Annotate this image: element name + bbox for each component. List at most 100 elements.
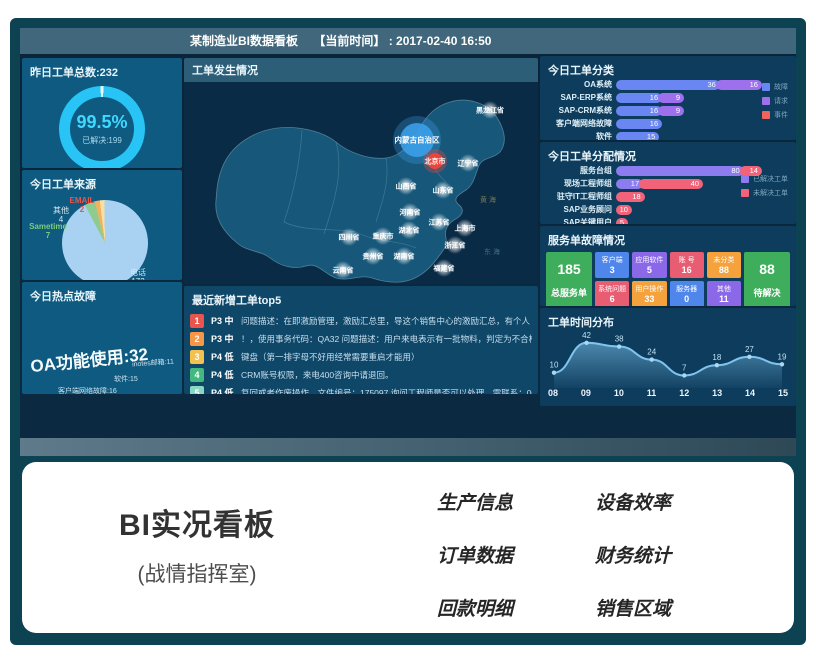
- bar-row[interactable]: OA系统3616: [544, 78, 768, 91]
- menu-item-财务统计[interactable]: 财务统计: [595, 541, 753, 568]
- bar-row[interactable]: SAP-CRM系统169: [544, 104, 768, 117]
- svg-text:浙江省: 浙江省: [445, 241, 466, 250]
- ticket-row[interactable]: 2P3 中！，使用事务代码：QA32 问题描述：用户来电表示有一批物料，判定为不…: [190, 330, 532, 347]
- ticket-row[interactable]: 1P3 中问题描述：在即激励管理，激励汇总里，导这个销售中心的激励汇总，有个人（…: [190, 312, 532, 329]
- map-bubble-北京市[interactable]: 北京市: [423, 149, 447, 173]
- ticket-row[interactable]: 5P4 低复回或者作废操作。文件编号：175097 询问工程师是否可以处理。需联…: [190, 384, 532, 394]
- svg-text:上海市: 上海市: [455, 224, 476, 233]
- donut-chart[interactable]: 99.5% 已解决:199: [59, 86, 145, 168]
- fault-cell-账 号[interactable]: 账 号16: [670, 252, 704, 278]
- ticket-row[interactable]: 3P4 低键盘（第一排字母不好用经常需要重启才能用）: [190, 348, 532, 365]
- menu-item-销售区域[interactable]: 销售区域: [595, 594, 753, 621]
- ticket-rank-badge: 2: [190, 332, 204, 346]
- data-point-label: 27: [745, 345, 754, 354]
- data-point[interactable]: [682, 373, 686, 377]
- svg-text:福建省: 福建省: [433, 264, 455, 273]
- legend-label: 请求: [774, 96, 788, 106]
- bar-category-label: SAP-CRM系统: [544, 105, 616, 116]
- svg-text:山西省: 山西省: [396, 182, 417, 191]
- legend-label: 故障: [774, 82, 788, 92]
- legend-label: 未解决工单: [753, 188, 788, 198]
- bar-track: 5: [616, 218, 768, 225]
- bar-row[interactable]: 服务台组8014: [544, 164, 768, 177]
- svg-text:北京市: 北京市: [425, 157, 446, 166]
- menu-item-生产信息[interactable]: 生产信息: [437, 488, 595, 515]
- data-point[interactable]: [780, 362, 784, 366]
- china-map[interactable]: 黑龙江省内蒙古自治区北京市辽宁省山西省山东省河南省江苏省上海市湖北省四川省重庆市…: [184, 82, 538, 284]
- bar-track: 15: [616, 132, 768, 141]
- bar-row[interactable]: 现场工程师组1740: [544, 177, 768, 190]
- fault-cell-客户端[interactable]: 客户端3: [595, 252, 629, 278]
- fault-cell-label: 应用软件: [635, 255, 663, 265]
- svg-text:河南省: 河南省: [400, 208, 421, 217]
- fault-cell-服务器[interactable]: 服务器0: [670, 281, 704, 306]
- ticket-rank-badge: 3: [190, 350, 204, 364]
- fault-cell-label: 账 号: [679, 255, 695, 265]
- data-point[interactable]: [552, 370, 556, 374]
- legend-item-已解决工单[interactable]: 已解决工单: [741, 174, 788, 184]
- donut-center: 99.5% 已解决:199: [70, 97, 134, 161]
- fault-total[interactable]: 185总服务单: [546, 252, 592, 306]
- fault-cell-label: 其他: [717, 284, 731, 294]
- fault-cell-value: 16: [682, 265, 692, 275]
- svg-text:云南省: 云南省: [333, 266, 354, 275]
- panel-ticket-map: 工单发生情况: [184, 58, 538, 284]
- fault-cell-其他[interactable]: 其他11: [707, 281, 741, 306]
- x-tick-label: 15: [778, 388, 788, 398]
- bar-row[interactable]: SAP业务顾问10: [544, 203, 768, 216]
- svg-text:重庆市: 重庆市: [373, 232, 394, 241]
- fault-pending[interactable]: 88待解决: [744, 252, 790, 306]
- bar-category-label: 软件: [544, 131, 616, 140]
- bar-segment-未解决工单: 18: [616, 192, 645, 202]
- bar-row[interactable]: 客户端网络故障16: [544, 117, 768, 130]
- legend-item-请求[interactable]: 请求: [762, 96, 788, 106]
- fault-cell-label: 系统问题: [598, 284, 626, 294]
- fault-label: 总服务单: [551, 286, 587, 299]
- ticket-rank-badge: 1: [190, 314, 204, 328]
- bar-category-label: SAP关键用户: [544, 217, 616, 224]
- legend-item-故障[interactable]: 故障: [762, 82, 788, 92]
- bar-segment-故障: 36: [616, 80, 720, 90]
- legend-item-事件[interactable]: 事件: [762, 110, 788, 120]
- caption-card: BI实况看板 (战情指挥室) 生产信息设备效率订单数据财务统计回款明细销售区域: [22, 462, 794, 633]
- fault-cell-row: 客户端3应用软件5账 号16未分类88: [595, 252, 741, 278]
- fault-cells: 客户端3应用软件5账 号16未分类88系统问题6用户操作33服务器0其他11: [595, 252, 741, 306]
- bar-row[interactable]: SAP关键用户5: [544, 216, 768, 224]
- data-point[interactable]: [747, 355, 751, 359]
- fault-cell-未分类[interactable]: 未分类88: [707, 252, 741, 278]
- pie-chart[interactable]: EMAIL2其他4Sametime7电话172: [22, 194, 182, 280]
- ticket-priority: P4 低: [211, 350, 241, 363]
- fault-cell-应用软件[interactable]: 应用软件5: [632, 252, 666, 278]
- x-tick-label: 08: [548, 388, 558, 398]
- menu-item-设备效率[interactable]: 设备效率: [595, 488, 753, 515]
- data-point[interactable]: [617, 344, 621, 348]
- svg-text:湖北省: 湖北省: [399, 226, 420, 235]
- ticket-priority: P3 中: [211, 314, 241, 327]
- sea-label: 东 海: [484, 247, 500, 256]
- fault-cell-用户操作[interactable]: 用户操作33: [632, 281, 666, 306]
- data-point[interactable]: [715, 363, 719, 367]
- legend-label: 已解决工单: [753, 174, 788, 184]
- bar-row[interactable]: SAP-ERP系统169: [544, 91, 768, 104]
- fault-cell-value: 3: [610, 265, 615, 275]
- menu-item-订单数据[interactable]: 订单数据: [437, 541, 595, 568]
- fault-value: 88: [759, 261, 775, 277]
- ticket-priority: P4 低: [211, 368, 241, 381]
- time-area-chart[interactable]: 104238247182719: [544, 328, 792, 388]
- menu-item-回款明细[interactable]: 回款明细: [437, 594, 595, 621]
- ticket-row[interactable]: 4P4 低CRM账号权限，来电400咨询中请退回。: [190, 366, 532, 383]
- bar-segment-故障: 15: [616, 132, 659, 141]
- legend-swatch: [741, 189, 749, 197]
- bar-category-label: 驻守IT工程师组: [544, 191, 616, 202]
- ticket-description: CRM账号权限，来电400咨询中请退回。: [241, 369, 532, 381]
- cloud-word: 软件:15: [114, 374, 138, 384]
- data-point[interactable]: [584, 341, 588, 345]
- bar-row[interactable]: 驻守IT工程师组18: [544, 190, 768, 203]
- panel-ticket-source: 今日工单来源 EMAIL2其他4Sametime7电话172: [22, 170, 182, 280]
- fault-cell-label: 用户操作: [635, 284, 663, 294]
- data-point[interactable]: [650, 357, 654, 361]
- legend-item-未解决工单[interactable]: 未解决工单: [741, 188, 788, 198]
- fault-cell-系统问题[interactable]: 系统问题6: [595, 281, 629, 306]
- bar-row[interactable]: 软件15: [544, 130, 768, 140]
- ticket-description: ！，使用事务代码：QA32 问题描述：用户来电表示有一批物料，判定为不合格，在S…: [241, 333, 532, 345]
